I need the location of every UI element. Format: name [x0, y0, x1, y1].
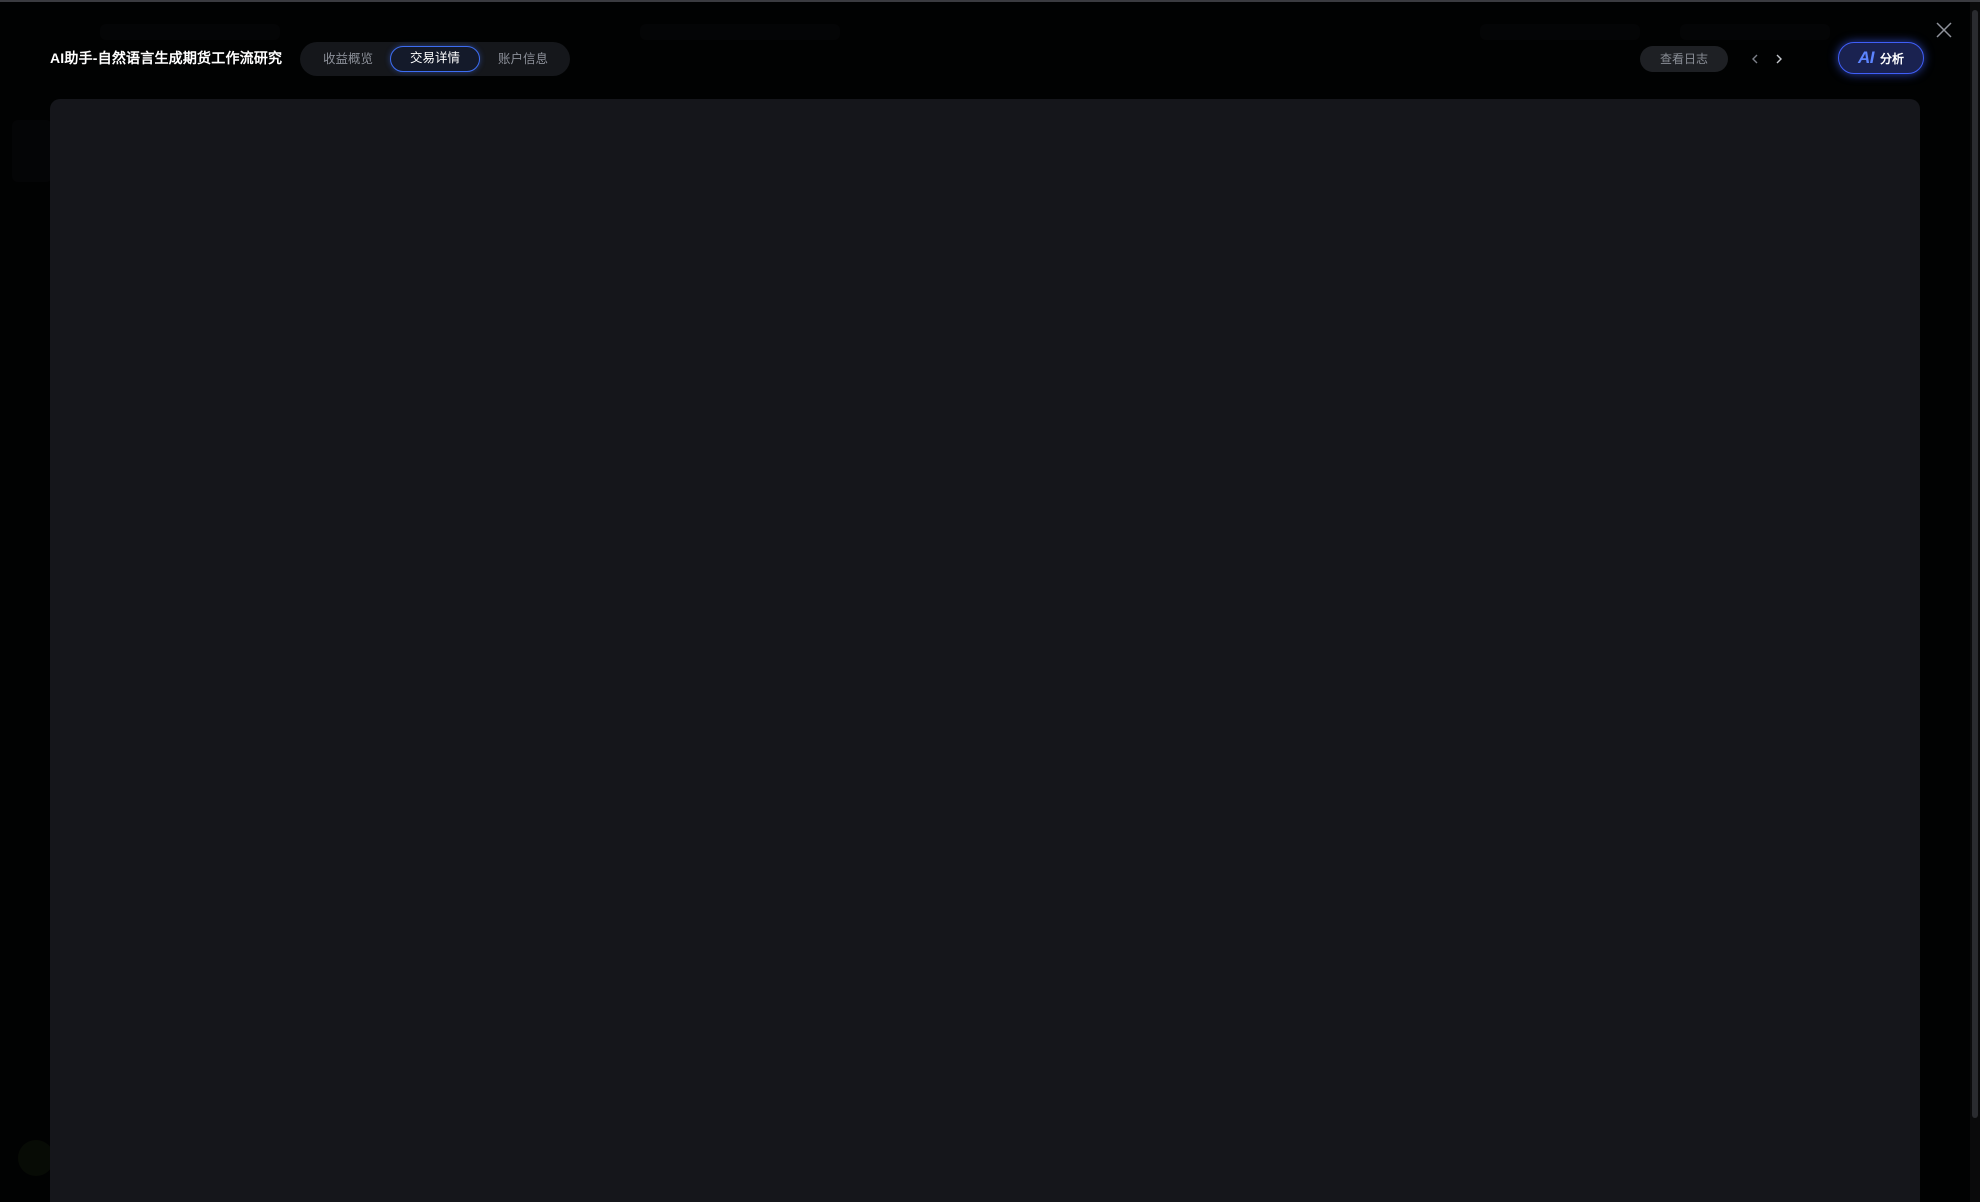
- ai-logo-icon: AI: [1857, 48, 1875, 67]
- ai-analysis-label: 分析: [1879, 51, 1904, 66]
- chevron-left-icon[interactable]: [1746, 48, 1764, 70]
- tab-revenue-overview[interactable]: 收益概览: [312, 46, 384, 72]
- tab-trade-details[interactable]: 交易详情: [390, 46, 480, 72]
- ai-analysis-button[interactable]: AI 分析: [1838, 42, 1924, 74]
- modal-title: AI助手-自然语言生成期货工作流研究: [50, 50, 283, 66]
- modal-header: AI助手-自然语言生成期货工作流研究 收益概览 交易详情 账户信息 查看日志 A…: [0, 2, 1980, 98]
- chevron-right-icon[interactable]: [1770, 48, 1788, 70]
- view-log-button[interactable]: 查看日志: [1640, 46, 1728, 72]
- tab-group: 收益概览 交易详情 账户信息: [300, 42, 570, 76]
- tab-account-info[interactable]: 账户信息: [486, 46, 560, 72]
- close-icon[interactable]: [1932, 18, 1956, 42]
- scrollbar-thumb[interactable]: [1972, 10, 1978, 1118]
- trade-details-panel: [50, 99, 1920, 1202]
